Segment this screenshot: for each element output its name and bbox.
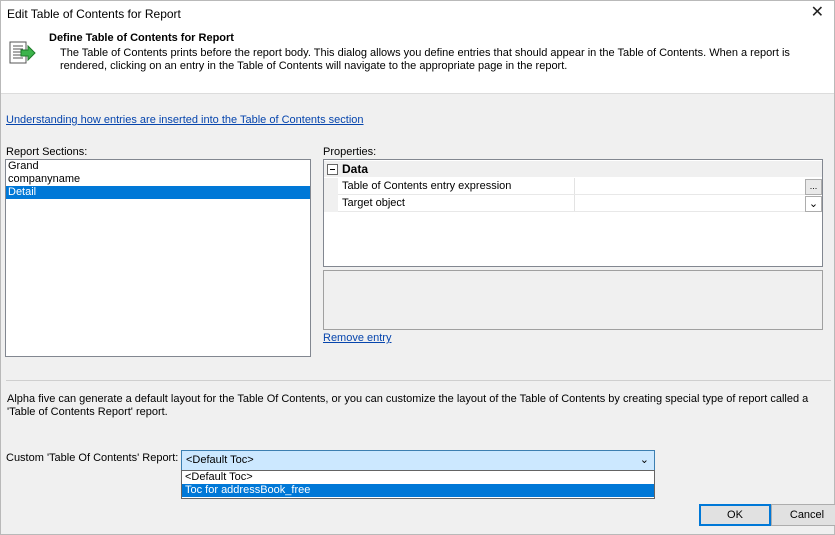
help-link[interactable]: Understanding how entries are inserted i… — [6, 114, 364, 126]
title-bar: Edit Table of Contents for Report ✕ — [1, 1, 834, 28]
dialog-window: Edit Table of Contents for Report ✕ Defi… — [0, 0, 835, 535]
dropdown-option-highlighted[interactable]: Toc for addressBook_free — [182, 484, 654, 497]
ellipsis-button[interactable]: ... — [805, 179, 822, 195]
category-label: Data — [342, 162, 369, 176]
property-description-box — [323, 270, 823, 330]
cancel-button[interactable]: Cancel — [771, 504, 835, 526]
property-name: Target object — [342, 197, 405, 209]
custom-report-select[interactable]: <Default Toc> ⌄ — [181, 450, 655, 471]
custom-report-label: Custom 'Table Of Contents' Report: — [6, 452, 179, 464]
remove-entry-link[interactable]: Remove entry — [323, 332, 391, 344]
report-sections-label: Report Sections: — [6, 146, 88, 158]
window-title: Edit Table of Contents for Report — [7, 7, 181, 21]
property-row-target-object[interactable]: Target object ⌄ — [324, 195, 822, 212]
property-name: Table of Contents entry expression — [342, 180, 512, 192]
custom-report-dropdown[interactable]: <Default Toc> Toc for addressBook_free — [181, 470, 655, 499]
list-item-selected[interactable]: Detail — [6, 186, 310, 199]
report-sections-list[interactable]: Grand companyname Detail — [5, 159, 311, 357]
properties-grid[interactable]: Data Table of Contents entry expression … — [323, 159, 823, 267]
chevron-down-icon[interactable]: ⌄ — [640, 453, 649, 466]
info-text: Alpha five can generate a default layout… — [7, 393, 809, 418]
header-title: Define Table of Contents for Report — [49, 32, 234, 44]
dropdown-option[interactable]: <Default Toc> — [182, 471, 654, 484]
list-item[interactable]: companyname — [6, 173, 310, 186]
chevron-down-icon[interactable]: ⌄ — [805, 196, 822, 212]
properties-label: Properties: — [323, 146, 377, 158]
select-value: <Default Toc> — [186, 454, 254, 466]
category-row[interactable]: Data — [324, 161, 822, 177]
list-item[interactable]: Grand — [6, 160, 310, 173]
ok-button[interactable]: OK — [699, 504, 771, 526]
toc-arrow-icon — [9, 41, 36, 64]
header-description: The Table of Contents prints before the … — [60, 47, 790, 72]
divider — [6, 380, 831, 381]
collapse-icon[interactable] — [327, 164, 338, 175]
property-row-toc-expression[interactable]: Table of Contents entry expression ... — [324, 178, 822, 195]
header-panel: Define Table of Contents for Report The … — [1, 28, 834, 94]
close-icon[interactable]: ✕ — [811, 4, 824, 22]
